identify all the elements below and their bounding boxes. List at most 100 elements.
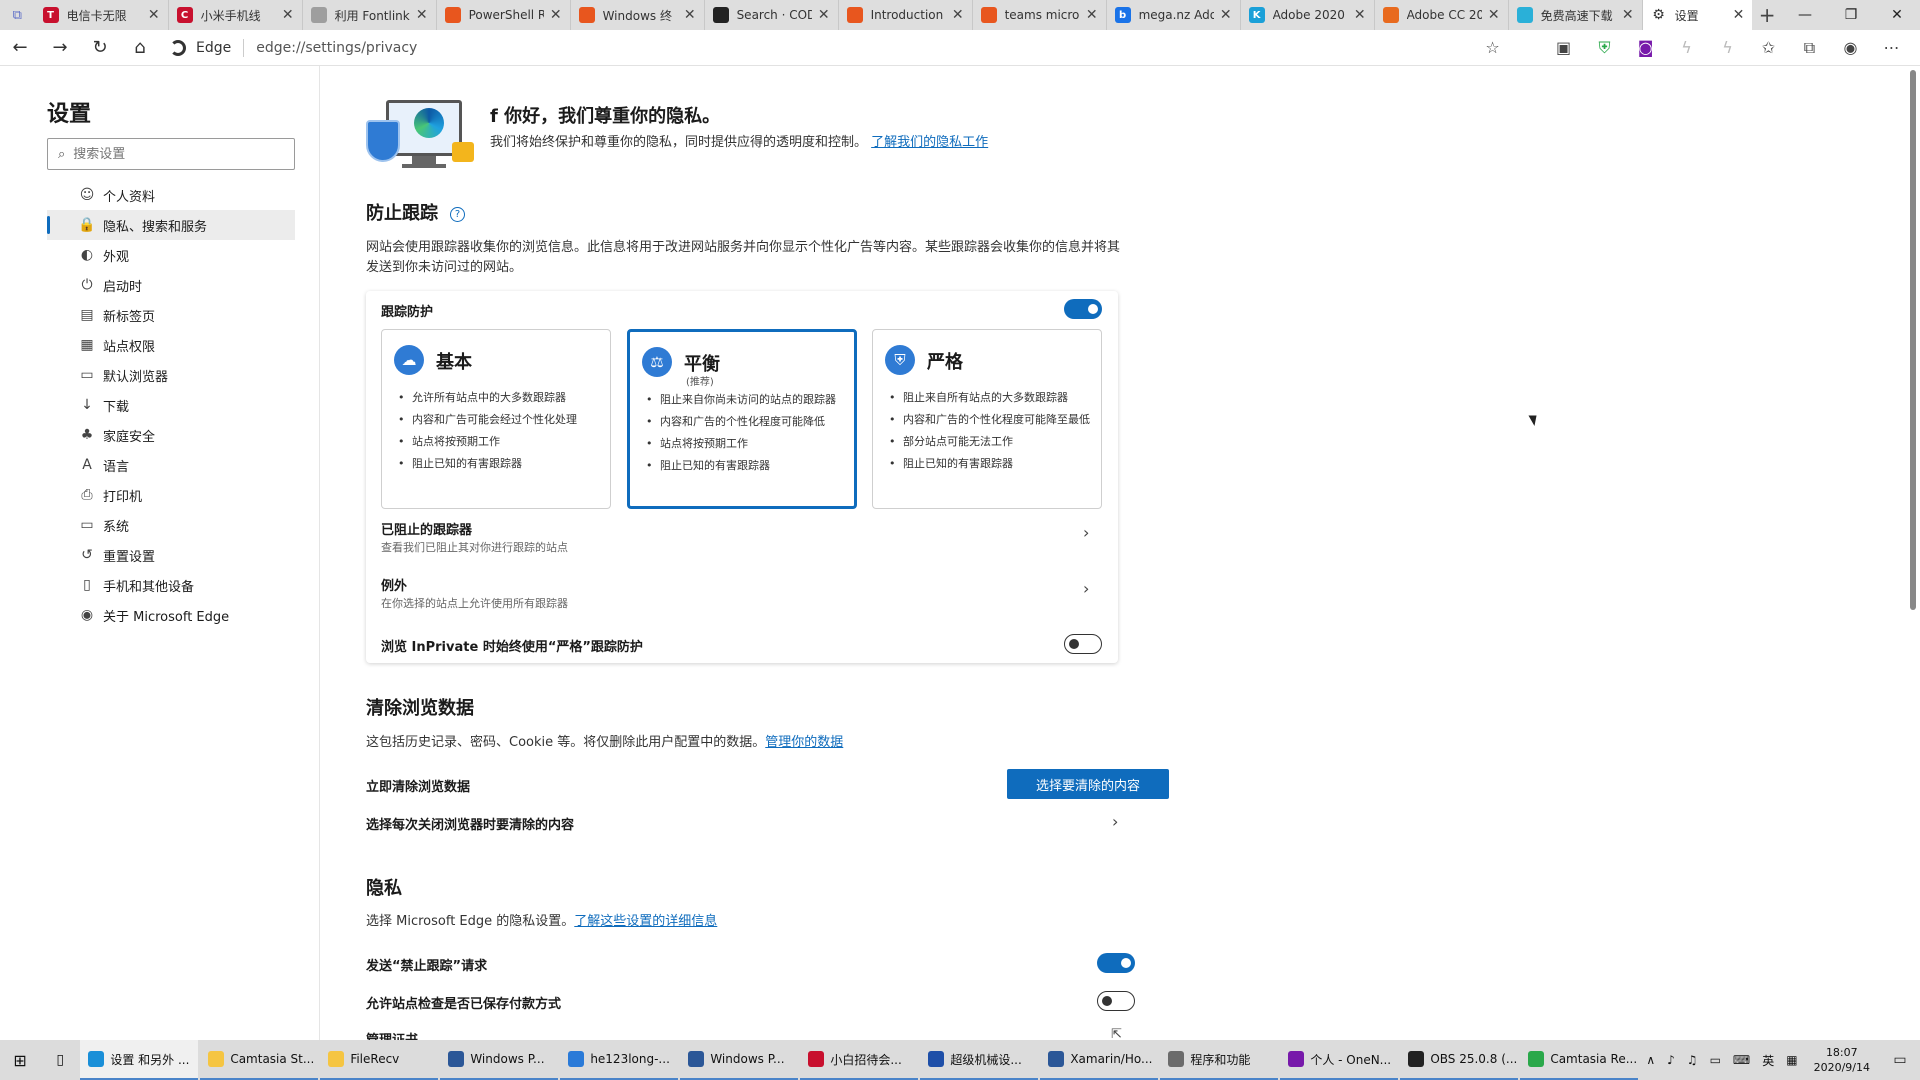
sidebar-item[interactable]: ☺ 个人资料 [47, 180, 295, 210]
search-input[interactable] [73, 146, 274, 162]
address-bar[interactable]: Edge edge://settings/privacy [160, 30, 1472, 66]
sidebar-item[interactable]: A 语言 [47, 450, 295, 480]
browser-tab[interactable]: Windows 终 ✕ [571, 0, 705, 30]
browser-tab[interactable]: C 小米手机线 ✕ [169, 0, 303, 30]
clear-on-close-chevron-icon[interactable]: › [1112, 812, 1118, 831]
browser-tab[interactable]: 利用 Fontlink ✕ [303, 0, 437, 30]
browser-tab[interactable]: T 电信卡无限 ✕ [35, 0, 169, 30]
workspaces-icon[interactable]: ⧉ [0, 0, 35, 30]
close-tab-icon[interactable]: ✕ [684, 7, 696, 23]
refresh-button[interactable]: ↻ [80, 30, 120, 66]
clock[interactable]: 18:07 2020/9/14 [1814, 1045, 1870, 1075]
extension-bolt-icon[interactable]: ϟ [1666, 38, 1707, 57]
scrollbar-thumb[interactable] [1910, 70, 1916, 610]
close-tab-icon[interactable]: ✕ [1354, 7, 1366, 23]
close-window-button[interactable]: ✕ [1874, 0, 1920, 30]
taskbar-app[interactable]: 设置 和另外 ... [80, 1040, 199, 1080]
clear-on-close-label[interactable]: 选择每次关闭浏览器时要清除的内容 [366, 814, 574, 833]
close-tab-icon[interactable]: ✕ [818, 7, 830, 23]
new-tab-button[interactable]: + [1752, 0, 1782, 30]
taskbar-app[interactable]: 个人 - OneN... [1280, 1040, 1399, 1080]
taskbar-app[interactable]: Xamarin/Ho... [1040, 1040, 1159, 1080]
sidebar-item[interactable]: ⎙ 打印机 [47, 480, 295, 510]
tab-settings[interactable]: ⚙ 设置 ✕ [1642, 0, 1753, 30]
payment-check-toggle[interactable] [1097, 991, 1135, 1011]
sidebar-item[interactable]: ▭ 默认浏览器 [47, 360, 295, 390]
taskbar-app[interactable]: 超级机械设... [920, 1040, 1039, 1080]
taskbar-app[interactable]: OBS 25.0.8 (... [1400, 1040, 1519, 1080]
close-tab-icon[interactable]: ✕ [1220, 7, 1232, 23]
sidebar-item[interactable]: ↓ 下载 [47, 390, 295, 420]
favorite-star-icon[interactable]: ☆ [1472, 38, 1513, 57]
tracking-level-card[interactable]: ☁ 基本允许所有站点中的大多数跟踪器内容和广告可能会经过个性化处理站点将按预期工作… [381, 329, 611, 509]
taskbar-app[interactable]: Camtasia St... [200, 1040, 319, 1080]
help-icon[interactable]: ? [450, 206, 465, 222]
external-link-icon[interactable]: ⇱ [1111, 1027, 1122, 1040]
sidebar-item[interactable]: ⏻ 启动时 [47, 270, 295, 300]
close-tab-icon[interactable]: ✕ [952, 7, 964, 23]
back-button[interactable]: ← [0, 30, 40, 66]
keyboard-icon[interactable]: ⌨ [1733, 1053, 1750, 1067]
close-tab-icon[interactable]: ✕ [148, 7, 160, 23]
taskbar-app[interactable]: FileRecv [320, 1040, 439, 1080]
volume-icon[interactable]: ♫ [1687, 1053, 1698, 1067]
close-tab-icon[interactable]: ✕ [1488, 7, 1500, 23]
tracking-level-card[interactable]: ⚖平衡(推荐)阻止来自你尚未访问的站点的跟踪器内容和广告的个性化程度可能降低站点… [627, 329, 857, 509]
profile-avatar-icon[interactable]: ◉ [1830, 38, 1871, 57]
taskbar-app[interactable]: Windows P... [680, 1040, 799, 1080]
tracking-level-card[interactable]: ⛨ 严格阻止来自所有站点的大多数跟踪器内容和广告的个性化程度可能降至最低部分站点可… [872, 329, 1102, 509]
blocked-chevron-icon[interactable]: › [1083, 523, 1089, 542]
blocked-trackers-title[interactable]: 已阻止的跟踪器 [381, 519, 472, 538]
browser-tab[interactable]: PowerShell R ✕ [437, 0, 571, 30]
browser-tab[interactable]: Search · COD ✕ [705, 0, 839, 30]
exceptions-chevron-icon[interactable]: › [1083, 579, 1089, 598]
notification-icon[interactable]: ▭ [1880, 1052, 1920, 1068]
taskbar-app[interactable]: he123long-... [560, 1040, 679, 1080]
browser-tab[interactable]: teams micro ✕ [973, 0, 1107, 30]
manage-data-link[interactable]: 管理你的数据 [765, 735, 843, 750]
browser-tab[interactable]: K Adobe 2020 ✕ [1241, 0, 1375, 30]
task-view-button[interactable]: ▯ [40, 1052, 80, 1068]
sidebar-item[interactable]: ▯ 手机和其他设备 [47, 570, 295, 600]
network-icon[interactable]: ▭ [1710, 1053, 1721, 1067]
tray-chevron-icon[interactable]: ∧ [1646, 1053, 1655, 1067]
exceptions-title[interactable]: 例外 [381, 575, 407, 594]
taskbar-app[interactable]: Camtasia Re... [1520, 1040, 1639, 1080]
browser-tab[interactable]: b mega.nz Ado ✕ [1107, 0, 1241, 30]
taskbar-app[interactable]: 小白招待会... [800, 1040, 919, 1080]
privacy-details-link[interactable]: 了解这些设置的详细信息 [574, 914, 717, 929]
settings-search[interactable]: ⌕ [47, 138, 295, 170]
choose-clear-button[interactable]: 选择要清除的内容 [1007, 769, 1169, 799]
ime-indicator[interactable]: 英 [1762, 1052, 1774, 1069]
extension-shield-icon[interactable]: ⛨ [1584, 38, 1625, 58]
forward-button[interactable]: → [40, 30, 80, 66]
microphone-icon[interactable]: ♪ [1667, 1053, 1675, 1067]
home-button[interactable]: ⌂ [120, 30, 160, 66]
inprivate-strict-toggle[interactable] [1064, 634, 1102, 654]
collections-icon[interactable]: ⧉ [1789, 38, 1830, 58]
browser-tab[interactable]: Introduction ✕ [839, 0, 973, 30]
taskbar-app[interactable]: 程序和功能 [1160, 1040, 1279, 1080]
sidebar-item[interactable]: ↺ 重置设置 [47, 540, 295, 570]
sidebar-item[interactable]: ♣ 家庭安全 [47, 420, 295, 450]
close-tab-icon[interactable]: ✕ [1086, 7, 1098, 23]
extension-onenote-icon[interactable]: ◙ [1625, 38, 1666, 57]
content-scrollbar[interactable] [1906, 66, 1920, 1040]
close-tab-icon[interactable]: ✕ [1733, 7, 1745, 23]
sidebar-item[interactable]: ◐ 外观 [47, 240, 295, 270]
taskbar-app[interactable]: Windows P... [440, 1040, 559, 1080]
sidebar-item[interactable]: ▤ 新标签页 [47, 300, 295, 330]
sidebar-item[interactable]: 🔒 隐私、搜索和服务 [47, 210, 295, 240]
more-menu-icon[interactable]: ⋯ [1871, 38, 1912, 57]
extension-bolt2-icon[interactable]: ϟ [1707, 38, 1748, 57]
ime-mode-icon[interactable]: ▦ [1786, 1053, 1797, 1067]
sidebar-item[interactable]: ▦ 站点权限 [47, 330, 295, 360]
browser-tab[interactable]: Adobe CC 20 ✕ [1375, 0, 1509, 30]
close-tab-icon[interactable]: ✕ [1622, 7, 1634, 23]
sidebar-item[interactable]: ◉ 关于 Microsoft Edge [47, 600, 295, 630]
close-tab-icon[interactable]: ✕ [282, 7, 294, 23]
browser-tab[interactable]: 免费高速下载 ✕ [1509, 0, 1643, 30]
extension-ghost-icon[interactable]: ▣ [1543, 38, 1584, 57]
manage-certificates-label[interactable]: 管理证书 [366, 1029, 418, 1040]
close-tab-icon[interactable]: ✕ [416, 7, 428, 23]
